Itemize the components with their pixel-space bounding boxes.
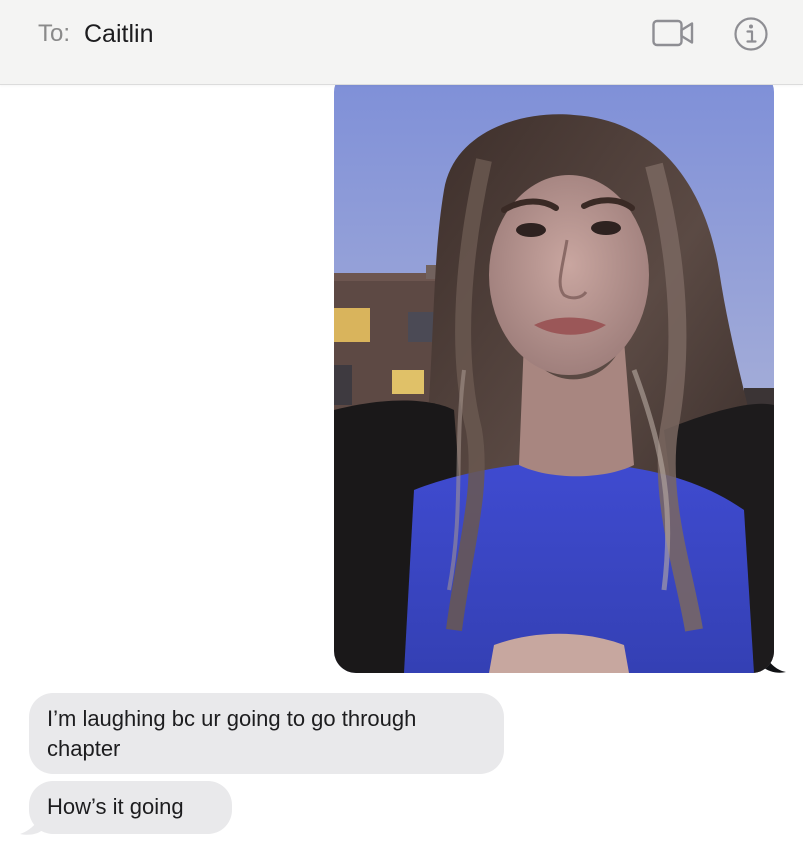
info-button[interactable] (733, 16, 769, 52)
received-message[interactable]: I’m laughing bc ur going to go through c… (29, 693, 504, 774)
message-text: I’m laughing bc ur going to go through c… (47, 706, 417, 761)
conversation-header: To: Caitlin (0, 0, 803, 85)
selfie-photo (334, 70, 774, 673)
recipient-name[interactable]: Caitlin (84, 19, 153, 49)
facetime-button[interactable] (650, 16, 696, 50)
message-text: How’s it going (47, 794, 184, 819)
messages-window: To: Caitlin I’m laughing bc ur going to … (0, 0, 803, 853)
to-label: To: (38, 20, 71, 47)
video-camera-icon (652, 19, 694, 47)
info-icon (734, 17, 768, 51)
sent-photo-message[interactable] (334, 70, 774, 673)
received-message[interactable]: How’s it going (29, 781, 232, 834)
